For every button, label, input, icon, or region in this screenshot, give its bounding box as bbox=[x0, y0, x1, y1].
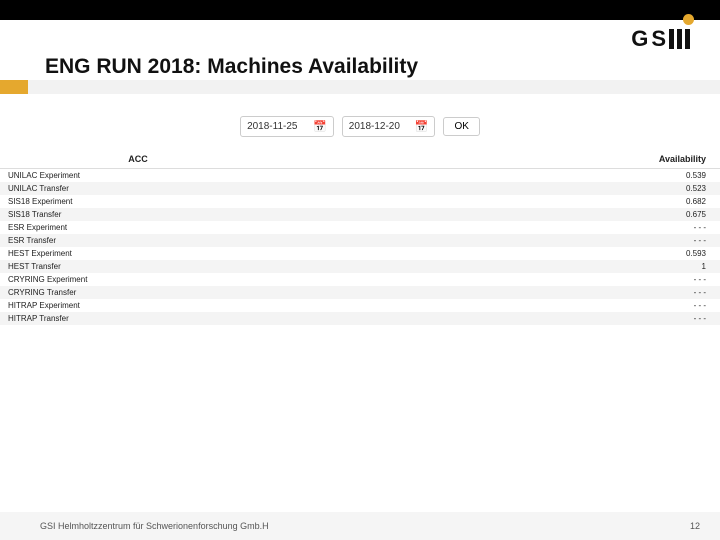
cell-availability: - - - bbox=[268, 301, 712, 310]
calendar-icon[interactable]: 📅 bbox=[313, 120, 327, 133]
date-to-field[interactable]: 📅 bbox=[342, 116, 436, 137]
gsi-logo: G S bbox=[631, 26, 690, 52]
cell-acc: SIS18 Transfer bbox=[8, 210, 268, 219]
table-row: HEST Experiment0.593 bbox=[0, 247, 720, 260]
cell-acc: SIS18 Experiment bbox=[8, 197, 268, 206]
availability-table: ACC Availability UNILAC Experiment0.539U… bbox=[0, 150, 720, 325]
footer-org: GSI Helmholtzzentrum für Schwerionenfors… bbox=[40, 521, 269, 531]
title-underline bbox=[28, 80, 720, 94]
cell-availability: 0.593 bbox=[268, 249, 712, 258]
table-row: HITRAP Experiment- - - bbox=[0, 299, 720, 312]
col-header-acc: ACC bbox=[8, 154, 268, 164]
table-row: HEST Transfer1 bbox=[0, 260, 720, 273]
cell-availability: 1 bbox=[268, 262, 712, 271]
ok-button[interactable]: OK bbox=[443, 117, 479, 136]
cell-availability: 0.675 bbox=[268, 210, 712, 219]
table-row: UNILAC Experiment0.539 bbox=[0, 169, 720, 182]
cell-acc: HEST Experiment bbox=[8, 249, 268, 258]
cell-availability: - - - bbox=[268, 223, 712, 232]
logo-letter-s: S bbox=[651, 26, 665, 52]
table-body: UNILAC Experiment0.539UNILAC Transfer0.5… bbox=[0, 169, 720, 325]
title-accent bbox=[0, 80, 28, 94]
table-row: SIS18 Transfer0.675 bbox=[0, 208, 720, 221]
cell-acc: CRYRING Transfer bbox=[8, 288, 268, 297]
date-range-controls: 📅 📅 OK bbox=[0, 116, 720, 137]
cell-availability: 0.682 bbox=[268, 197, 712, 206]
cell-acc: UNILAC Transfer bbox=[8, 184, 268, 193]
cell-availability: - - - bbox=[268, 288, 712, 297]
date-from-field[interactable]: 📅 bbox=[240, 116, 334, 137]
page-title: ENG RUN 2018: Machines Availability bbox=[45, 55, 418, 79]
table-row: HITRAP Transfer- - - bbox=[0, 312, 720, 325]
cell-availability: - - - bbox=[268, 275, 712, 284]
table-row: ESR Experiment- - - bbox=[0, 221, 720, 234]
cell-availability: 0.539 bbox=[268, 171, 712, 180]
table-row: ESR Transfer- - - bbox=[0, 234, 720, 247]
date-to-input[interactable] bbox=[349, 121, 409, 132]
table-row: CRYRING Experiment- - - bbox=[0, 273, 720, 286]
cell-acc: ESR Experiment bbox=[8, 223, 268, 232]
cell-availability: - - - bbox=[268, 236, 712, 245]
date-from-input[interactable] bbox=[247, 121, 307, 132]
page-number: 12 bbox=[690, 521, 700, 531]
cell-acc: CRYRING Experiment bbox=[8, 275, 268, 284]
logo-letter-g: G bbox=[631, 26, 647, 52]
cell-acc: HEST Transfer bbox=[8, 262, 268, 271]
table-row: SIS18 Experiment0.682 bbox=[0, 195, 720, 208]
table-header: ACC Availability bbox=[0, 150, 720, 169]
calendar-icon[interactable]: 📅 bbox=[415, 120, 429, 133]
cell-acc: ESR Transfer bbox=[8, 236, 268, 245]
cell-acc: HITRAP Experiment bbox=[8, 301, 268, 310]
table-row: CRYRING Transfer- - - bbox=[0, 286, 720, 299]
cell-acc: HITRAP Transfer bbox=[8, 314, 268, 323]
table-row: UNILAC Transfer0.523 bbox=[0, 182, 720, 195]
cell-availability: - - - bbox=[268, 314, 712, 323]
logo-dot-icon bbox=[683, 14, 694, 25]
logo-bars-icon bbox=[669, 29, 690, 49]
cell-availability: 0.523 bbox=[268, 184, 712, 193]
top-black-bar bbox=[0, 0, 720, 20]
footer-bar: GSI Helmholtzzentrum für Schwerionenfors… bbox=[0, 512, 720, 540]
cell-acc: UNILAC Experiment bbox=[8, 171, 268, 180]
col-header-availability: Availability bbox=[268, 154, 712, 164]
